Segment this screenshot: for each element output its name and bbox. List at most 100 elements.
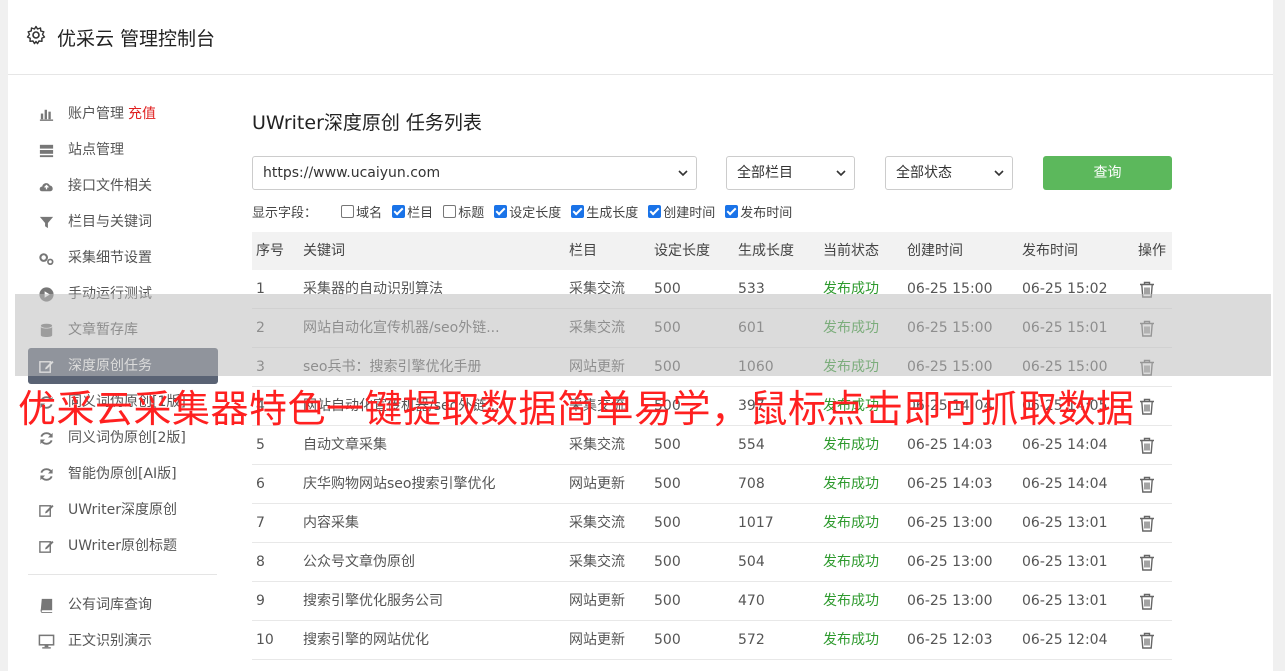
recharge-link[interactable]: 充值 xyxy=(128,106,156,122)
gear-icon xyxy=(26,25,46,45)
table-cell: 采集交流 xyxy=(569,554,625,570)
table-cell: 06-25 13:01 xyxy=(1022,554,1108,570)
table-cell: 8 xyxy=(256,554,265,570)
column-select-value: 全部栏目 xyxy=(737,165,793,181)
table-cell: 06-25 13:00 xyxy=(907,554,993,570)
column-header: 当前状态 xyxy=(823,243,879,259)
trash-icon[interactable] xyxy=(1139,593,1155,610)
query-button[interactable]: 查询 xyxy=(1043,156,1172,190)
trash-icon[interactable] xyxy=(1139,437,1155,454)
status-text: 发布成功 xyxy=(823,515,879,531)
sidebar-item[interactable]: 站点管理 xyxy=(28,132,218,168)
field-checkbox-label: 标题 xyxy=(458,206,485,221)
sidebar-item-label: 账户管理 xyxy=(68,106,124,122)
trash-icon[interactable] xyxy=(1139,632,1155,649)
sidebar-item[interactable]: 采集细节设置 xyxy=(28,240,218,276)
status-text: 发布成功 xyxy=(823,476,879,492)
edit-icon xyxy=(39,540,54,553)
chevron-down-icon xyxy=(994,170,1004,177)
sidebar-item-label: 站点管理 xyxy=(68,142,124,158)
sidebar-item-label: 正文识别演示 xyxy=(68,633,152,649)
table-cell: 504 xyxy=(738,554,765,570)
table-cell: 470 xyxy=(738,593,765,609)
table-cell: 500 xyxy=(654,554,681,570)
column-header: 创建时间 xyxy=(907,243,963,259)
field-checkbox-label: 设定长度 xyxy=(509,206,562,221)
checkbox-box[interactable] xyxy=(494,205,508,218)
field-checkbox-label: 栏目 xyxy=(407,206,434,221)
field-checkbox[interactable]: 生成长度 xyxy=(571,202,638,221)
table-cell: 06-25 13:01 xyxy=(1022,593,1108,609)
trash-icon[interactable] xyxy=(1139,476,1155,493)
sidebar-item[interactable]: 智能伪原创[AI版] xyxy=(28,456,218,492)
trash-icon[interactable] xyxy=(1139,398,1155,415)
table-row: 10 搜索引擎的网站优化 网站更新 500 572 发布成功 06-25 12:03 06-2… xyxy=(252,621,1172,660)
monitor-icon xyxy=(38,634,55,649)
chevron-down-icon xyxy=(678,170,688,177)
sidebar-item-label: 公有词库查询 xyxy=(68,597,152,613)
bar-chart-icon xyxy=(39,109,54,121)
column-header: 发布时间 xyxy=(1022,243,1078,259)
sidebar-divider xyxy=(28,574,217,575)
trash-icon[interactable] xyxy=(1139,515,1155,532)
status-text: 发布成功 xyxy=(823,593,879,609)
table-row: 9 搜索引擎优化服务公司 网站更新 500 470 发布成功 06-25 13:00 06-2… xyxy=(252,582,1172,621)
table-cell: 572 xyxy=(738,632,765,648)
table-cell: 06-25 13:01 xyxy=(1022,515,1108,531)
checkbox-box[interactable] xyxy=(648,205,662,218)
checkbox-box[interactable] xyxy=(571,205,585,218)
sidebar-item[interactable]: 公有词库查询 xyxy=(28,587,218,623)
table-cell: 搜索引擎优化服务公司 xyxy=(303,593,443,609)
page-title: UWriter深度原创 任务列表 xyxy=(252,112,482,134)
checkbox-box[interactable] xyxy=(341,205,355,218)
table-cell: 10 xyxy=(256,632,274,648)
refresh-icon xyxy=(40,468,53,481)
sidebar-item[interactable]: 正文识别演示 xyxy=(28,623,218,659)
column-header: 栏目 xyxy=(569,243,597,259)
banner-text: 优采云采集器特色一键提取数据简单易学，鼠标点击即可抓取数据 xyxy=(18,387,1135,431)
table-cell: 1017 xyxy=(738,515,774,531)
table-cell: 500 xyxy=(654,476,681,492)
checkbox-box[interactable] xyxy=(443,205,457,218)
sidebar-item[interactable]: 账户管理 充值 xyxy=(28,96,218,132)
sidebar-item-label: 栏目与关键词 xyxy=(68,214,152,230)
table-cell: 06-25 13:00 xyxy=(907,515,993,531)
field-checkbox[interactable]: 设定长度 xyxy=(494,202,561,221)
table-cell: 06-25 12:03 xyxy=(907,632,993,648)
table-cell: 庆华购物网站seo搜索引擎优化 xyxy=(303,476,496,492)
site-select[interactable]: https://www.ucaiyun.com xyxy=(252,156,697,190)
column-select[interactable]: 全部栏目 xyxy=(726,156,855,190)
sidebar-item[interactable]: UWriter原创标题 xyxy=(28,528,218,564)
field-checkbox[interactable]: 标题 xyxy=(443,202,484,221)
table-cell: 6 xyxy=(256,476,265,492)
field-checkbox[interactable]: 创建时间 xyxy=(648,202,715,221)
table-cell: 708 xyxy=(738,476,765,492)
sidebar-item[interactable]: UWriter深度原创 xyxy=(28,492,218,528)
status-text: 发布成功 xyxy=(823,632,879,648)
field-checkbox-label: 创建时间 xyxy=(663,206,716,221)
checkbox-box[interactable] xyxy=(725,205,739,218)
sidebar-item-label: 智能伪原创[AI版] xyxy=(68,466,177,482)
status-select[interactable]: 全部状态 xyxy=(885,156,1013,190)
checkbox-box[interactable] xyxy=(392,205,406,218)
table-row: 6 庆华购物网站seo搜索引擎优化 网站更新 500 708 发布成功 06-25 14:0… xyxy=(252,465,1172,504)
table-cell: 06-25 14:04 xyxy=(1022,476,1108,492)
status-select-value: 全部状态 xyxy=(896,165,952,181)
sidebar-item[interactable]: 栏目与关键词 xyxy=(28,204,218,240)
filter-icon xyxy=(39,216,54,229)
table-cell: 公众号文章伪原创 xyxy=(303,554,415,570)
site-select-value: https://www.ucaiyun.com xyxy=(263,165,441,181)
table-cell: 网站更新 xyxy=(569,476,625,492)
sidebar-item[interactable]: 接口文件相关 xyxy=(28,168,218,204)
column-header: 生成长度 xyxy=(738,243,794,259)
server-icon xyxy=(39,144,54,158)
trash-icon[interactable] xyxy=(1139,554,1155,571)
table-cell: 06-25 14:03 xyxy=(907,476,993,492)
column-header: 操作 xyxy=(1138,243,1166,259)
field-checkbox[interactable]: 域名 xyxy=(341,202,382,221)
field-checkbox-label: 生成长度 xyxy=(586,206,639,221)
field-checkbox[interactable]: 发布时间 xyxy=(725,202,792,221)
field-checkbox[interactable]: 栏目 xyxy=(392,202,433,221)
table-cell: 500 xyxy=(654,515,681,531)
table-row: 7 内容采集 采集交流 500 1017 发布成功 06-25 13:00 06-25 13:… xyxy=(252,504,1172,543)
